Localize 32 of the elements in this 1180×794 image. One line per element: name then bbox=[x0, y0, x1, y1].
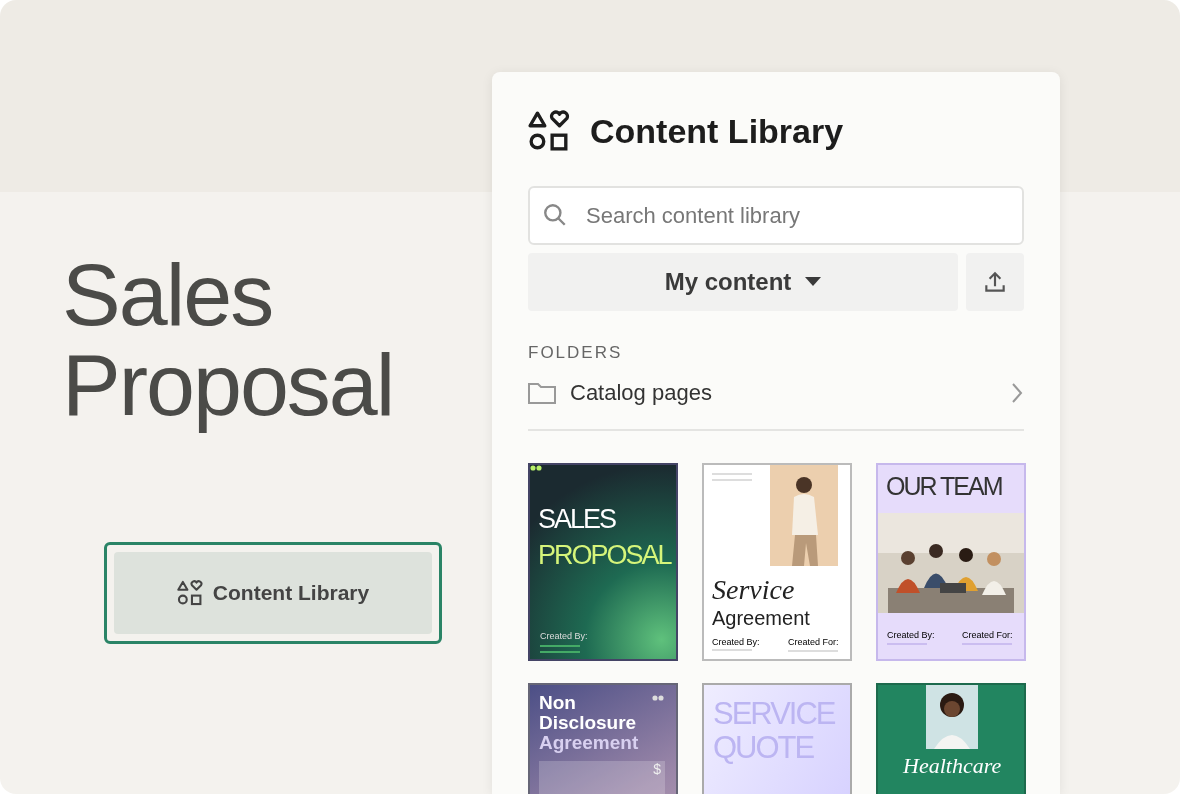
search-field[interactable]: Search content library bbox=[528, 186, 1024, 245]
field-label: Created For: bbox=[962, 630, 1013, 640]
search-icon bbox=[542, 202, 568, 228]
field-label: Created By: bbox=[540, 631, 588, 641]
shapes-icon bbox=[176, 580, 203, 606]
template-thumbnail[interactable]: SALES PROPOSAL Created By: bbox=[528, 463, 678, 661]
content-dropdown[interactable]: My content bbox=[528, 253, 958, 311]
section-label: FOLDERS bbox=[528, 343, 624, 363]
folder-icon bbox=[528, 382, 556, 404]
template-thumbnail[interactable]: OUR TEAM Created By: Created For: bbox=[876, 463, 1026, 661]
upload-button[interactable] bbox=[966, 253, 1024, 311]
folder-item[interactable]: Catalog pages bbox=[528, 373, 1024, 413]
caret-icon bbox=[805, 277, 822, 287]
template-title: OUR TEAM bbox=[886, 474, 1002, 499]
logo-icon bbox=[530, 465, 542, 471]
upload-icon bbox=[982, 269, 1008, 295]
template-thumbnail[interactable]: Non Disclosure Agreement $ bbox=[528, 683, 678, 794]
template-title: SALES PROPOSAL bbox=[538, 503, 671, 572]
field-label: Created By: bbox=[887, 630, 935, 640]
chevron-right-icon bbox=[1010, 381, 1024, 405]
template-title: Non Disclosure Agreement bbox=[539, 693, 639, 753]
template-thumbnail[interactable]: Healthcare bbox=[876, 683, 1026, 794]
panel-title: Content Library bbox=[590, 111, 844, 151]
shapes-icon bbox=[528, 110, 570, 152]
template-title: Service Agreement bbox=[712, 577, 810, 630]
logo-icon bbox=[652, 695, 664, 701]
field-label: Created By: bbox=[712, 637, 760, 647]
template-thumbnail[interactable]: Service Agreement Created By: Created For: bbox=[702, 463, 852, 661]
content-library-button[interactable]: Content Library bbox=[114, 552, 432, 634]
field-label: Created For: bbox=[788, 637, 839, 647]
template-title: Healthcare bbox=[903, 753, 1002, 779]
currency-symbol: $ bbox=[653, 761, 661, 779]
